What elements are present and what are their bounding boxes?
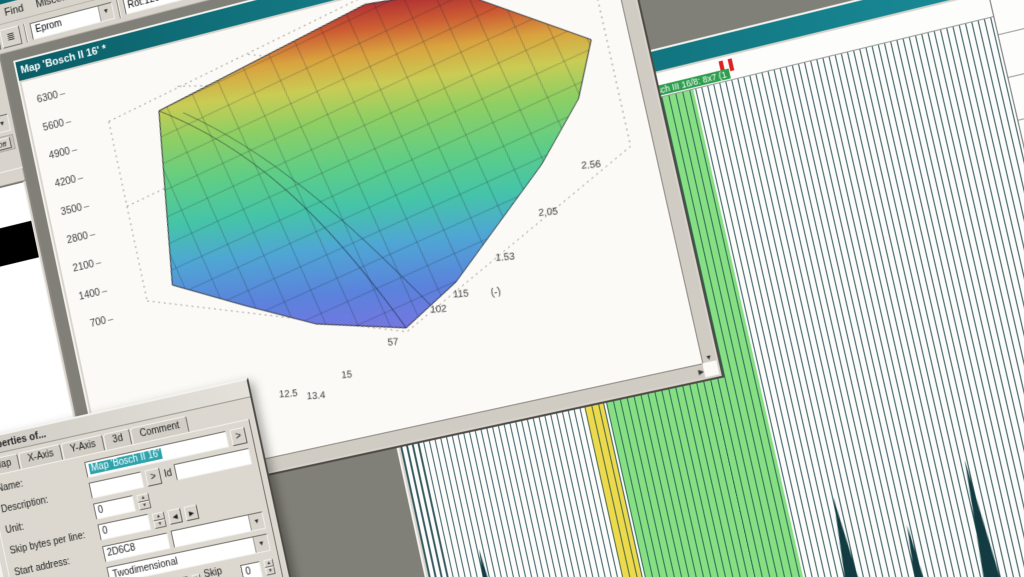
tree-item-potential-maps[interactable]: Potential maps (556) [0, 257, 41, 317]
chevron-down-icon[interactable]: ▼ [0, 115, 10, 133]
skip-bytes-label: Skip bytes: [203, 563, 241, 577]
scroll-down-icon[interactable]: ▼ [705, 354, 714, 362]
scroll-right-icon[interactable]: ▶ [698, 367, 705, 376]
axis-unit-label: (-) [490, 286, 502, 299]
separator [116, 0, 122, 18]
chevron-down-icon[interactable]: ▼ [252, 535, 269, 553]
unit-field[interactable]: 0 [93, 495, 136, 520]
off-button[interactable]: Off [0, 137, 12, 153]
unit-spin-arrows[interactable]: ▲▼ [136, 492, 151, 510]
id-label: Id [163, 468, 173, 480]
prev-arrow-button[interactable]: ◀ [167, 508, 183, 525]
description-more-button[interactable]: > [144, 467, 162, 486]
winols-main-window: WinOLS – □ × ProjectEditHardwareViewSele… [0, 0, 1024, 577]
name-more-button[interactable]: > [229, 427, 247, 447]
spin-arrows[interactable]: ▲▼ [191, 574, 203, 577]
spin-arrows[interactable]: ▲▼ [264, 558, 276, 575]
photo-scene: WinOLS – □ × ProjectEditHardwareViewSele… [0, 0, 1024, 577]
spin-arrows[interactable]: ▲▼ [152, 511, 167, 529]
separator [23, 23, 29, 42]
desktop: WinOLS – □ × ProjectEditHardwareViewSele… [0, 0, 1024, 577]
chevron-down-icon[interactable]: ▼ [97, 2, 114, 21]
skip-bytes-field[interactable]: 0 [240, 561, 263, 577]
monitor-bezel: WinOLS – □ × ProjectEditHardwareViewSele… [0, 0, 1024, 577]
chevron-down-icon[interactable]: ▼ [248, 512, 265, 530]
next-arrow-button[interactable]: ▶ [184, 504, 200, 521]
mdi-client-area: Map overview ⇄ ✓ Session: Default ▼ Proj… [0, 0, 1024, 577]
text-view-icon[interactable]: ≣ [0, 25, 22, 49]
